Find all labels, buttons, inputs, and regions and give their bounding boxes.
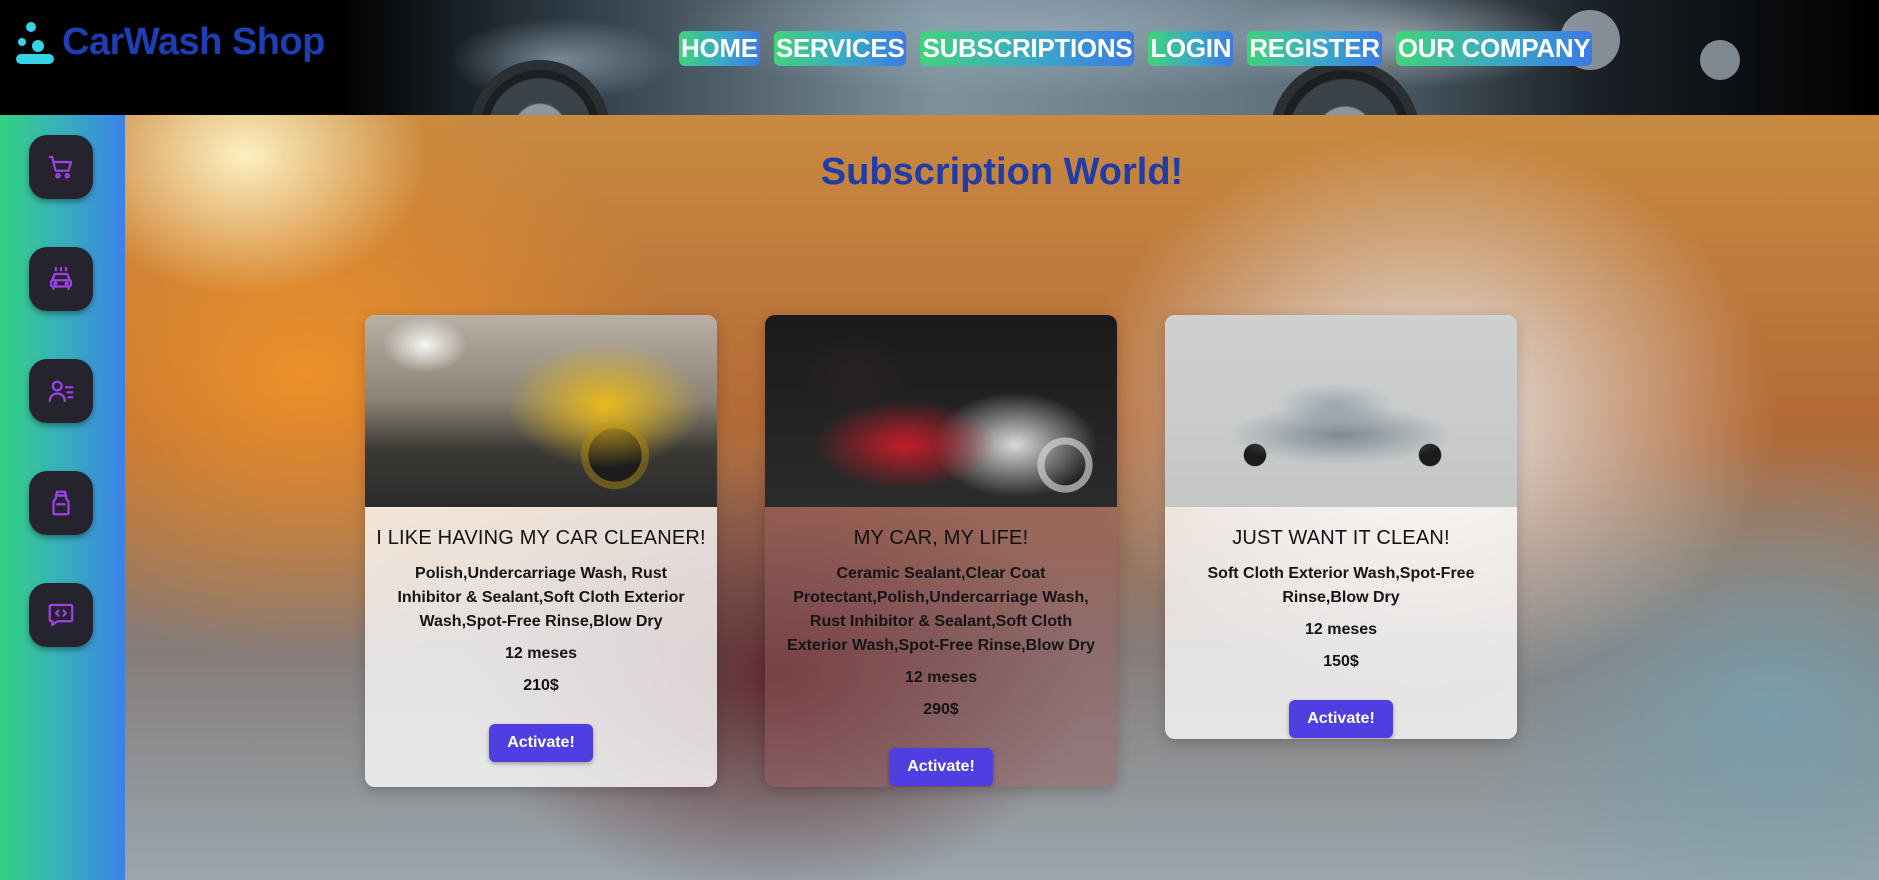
sidebar-item-cart[interactable] [29,135,93,199]
user-list-icon [48,380,74,403]
subscription-card: I LIKE HAVING MY CAR CLEANER! Polish,Und… [365,315,717,787]
card-title: MY CAR, MY LIFE! [853,527,1029,549]
header: CarWash Shop HOME SERVICES SUBSCRIPTIONS… [0,0,1879,115]
nav-login[interactable]: LOGIN [1148,31,1234,66]
nav-services[interactable]: SERVICES [773,31,907,66]
activate-button[interactable]: Activate! [1289,700,1393,738]
card-description: Soft Cloth Exterior Wash,Spot-Free Rinse… [1207,565,1475,606]
card-price: 210$ [523,677,559,694]
card-duration: 12 meses [1304,621,1378,638]
card-title: I LIKE HAVING MY CAR CLEANER! [376,527,706,549]
sidebar-item-support[interactable] [29,583,93,647]
card-description: Ceramic Sealant,Clear Coat Protectant,Po… [787,565,1095,654]
card-price: 150$ [1323,653,1359,670]
card-description: Polish,Undercarriage Wash, Rust Inhibito… [397,565,685,630]
car-wheel-decoration [470,60,610,115]
red-car-foam-image [765,315,1117,507]
main-content: Subscription World! I LIKE HAVING MY CAR… [125,115,1879,880]
activate-button[interactable]: Activate! [889,748,993,786]
rusty-old-car-image [1165,315,1517,507]
card-duration: 12 meses [504,645,578,662]
main-nav: HOME SERVICES SUBSCRIPTIONS LOGIN REGIST… [679,31,1606,66]
nav-home[interactable]: HOME [679,31,760,66]
chat-code-icon [48,603,74,627]
subscription-card: MY CAR, MY LIFE! Ceramic Sealant,Clear C… [765,315,1117,787]
logo[interactable]: CarWash Shop [16,18,325,66]
logo-text: CarWash Shop [62,20,325,63]
card-price: 290$ [923,701,959,718]
nav-subscriptions[interactable]: SUBSCRIPTIONS [920,31,1135,66]
water-drops-icon [16,18,56,66]
nav-register[interactable]: REGISTER [1247,31,1382,66]
car-wheel-decoration [1270,60,1420,115]
sidebar-item-products[interactable] [29,471,93,535]
yellow-car-wash-image [365,315,717,507]
sidebar-item-users[interactable] [29,359,93,423]
spray-bottle-icon [52,490,70,516]
nav-our-company[interactable]: OUR COMPANY [1395,31,1593,66]
card-duration: 12 meses [904,669,978,686]
water-splash-decoration [1700,40,1740,80]
activate-button[interactable]: Activate! [489,724,593,762]
sidebar-item-car-wash[interactable] [29,247,93,311]
car-wash-icon [49,266,73,291]
card-title: JUST WANT IT CLEAN! [1232,527,1450,549]
page-title: Subscription World! [820,151,1184,193]
subscription-card: JUST WANT IT CLEAN! Soft Cloth Exterior … [1165,315,1517,739]
sidebar [0,115,125,880]
cart-icon [48,155,73,179]
